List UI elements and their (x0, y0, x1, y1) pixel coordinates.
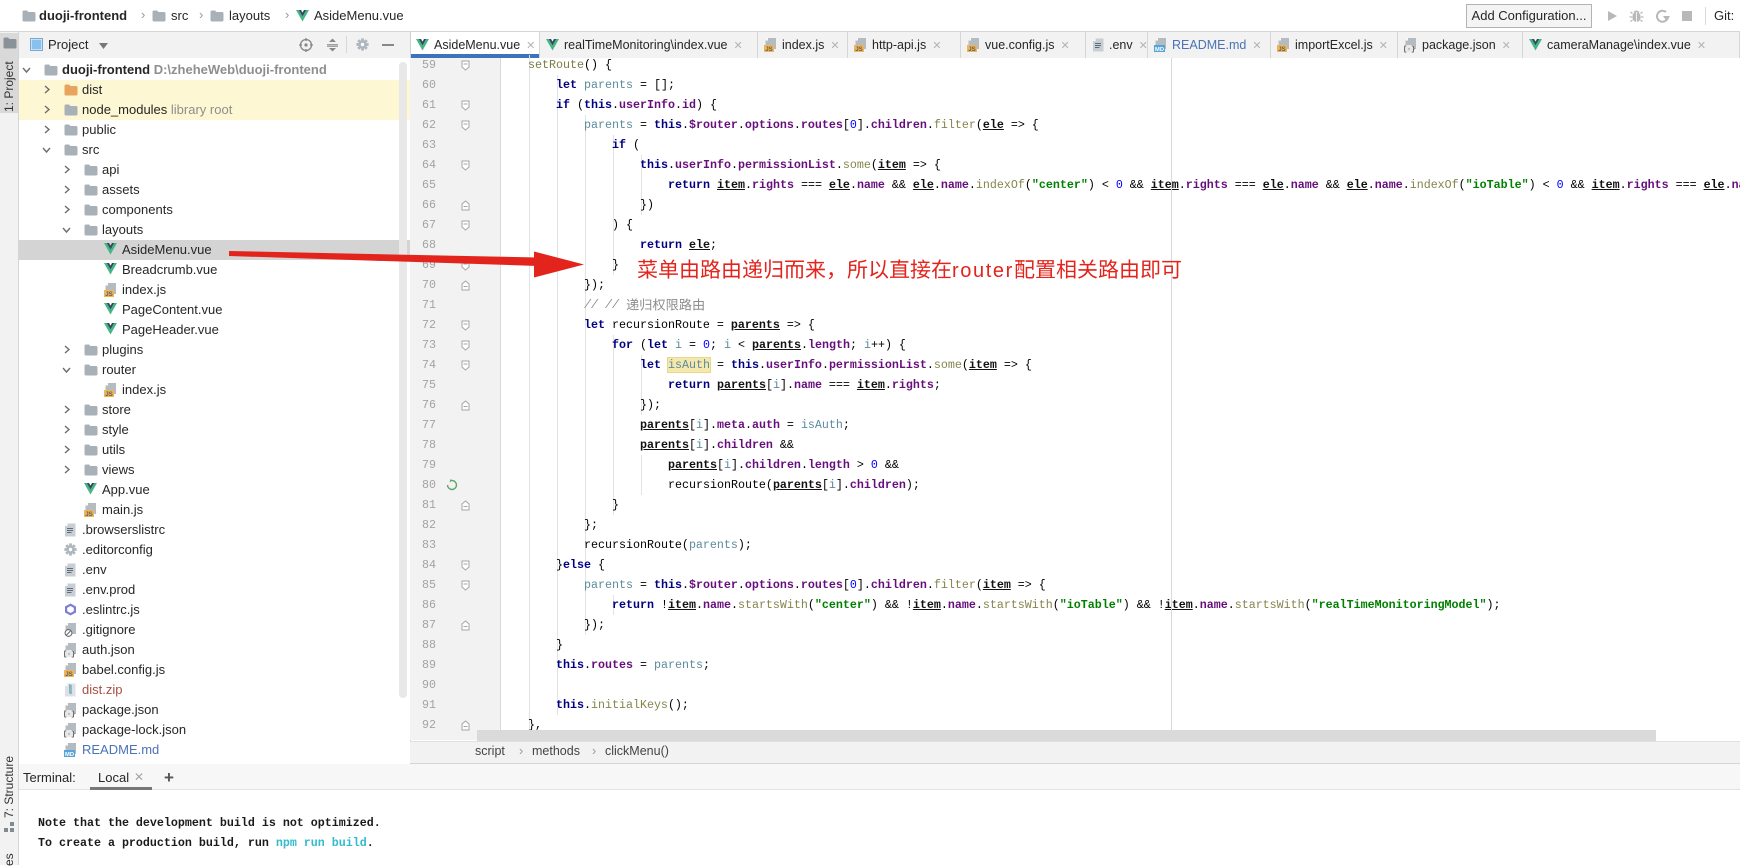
svg-text:{·}: {·} (64, 711, 75, 718)
svg-text:MD: MD (1155, 47, 1164, 53)
svg-text:MD: MD (65, 752, 74, 758)
svg-text:JS: JS (85, 511, 93, 518)
svg-text:{·}: {·} (64, 651, 75, 658)
svg-text:{·}: {·} (1404, 46, 1415, 53)
svg-text:JS: JS (105, 391, 113, 398)
svg-text:{·}: {·} (64, 731, 75, 738)
svg-text:JS: JS (968, 46, 976, 53)
svg-text:JS: JS (105, 291, 113, 298)
svg-text:JS: JS (65, 671, 73, 678)
svg-text:JS: JS (1278, 46, 1286, 53)
svg-text:JS: JS (765, 46, 773, 53)
svg-text:JS: JS (855, 46, 863, 53)
